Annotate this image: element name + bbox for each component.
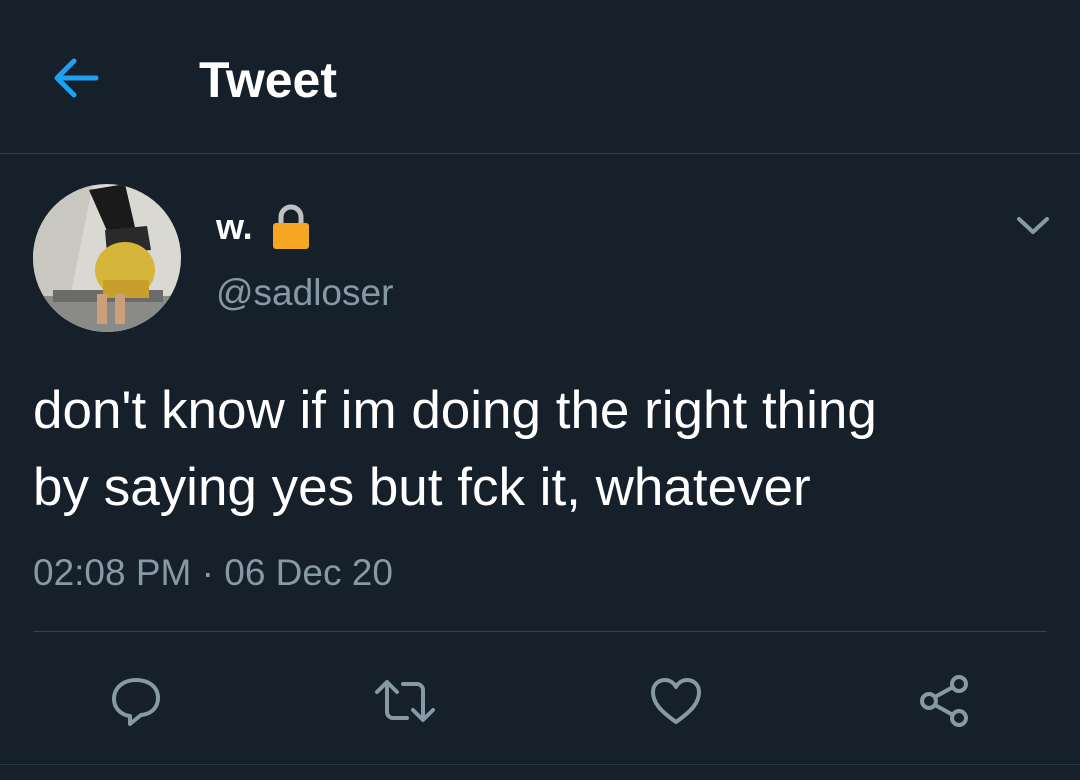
share-button[interactable] bbox=[909, 666, 979, 736]
reply-icon bbox=[112, 678, 160, 726]
avatar[interactable] bbox=[33, 184, 181, 332]
back-button[interactable] bbox=[48, 50, 104, 106]
page-title: Tweet bbox=[199, 52, 337, 108]
tweet-text: don't know if im doing the right thing b… bbox=[33, 381, 877, 517]
tweet-timestamp[interactable]: 02:08 PM · 06 Dec 20 bbox=[33, 548, 393, 598]
divider bbox=[33, 631, 1047, 632]
author-name-row[interactable]: w. bbox=[216, 202, 311, 252]
heart-icon bbox=[651, 678, 701, 724]
arrow-left-icon bbox=[54, 58, 99, 98]
top-bar: Tweet bbox=[0, 0, 1080, 154]
tweet-options-button[interactable] bbox=[1010, 208, 1056, 244]
retweet-button[interactable] bbox=[370, 666, 440, 736]
display-name: w. bbox=[216, 206, 253, 247]
retweet-icon bbox=[375, 680, 435, 722]
reply-button[interactable] bbox=[101, 666, 171, 736]
author-handle[interactable]: @sadloser bbox=[216, 270, 393, 316]
like-button[interactable] bbox=[641, 666, 711, 736]
action-bar bbox=[0, 660, 1080, 740]
share-icon bbox=[920, 675, 968, 727]
lock-icon bbox=[272, 204, 309, 249]
avatar-image bbox=[33, 184, 181, 332]
chevron-down-icon bbox=[1017, 217, 1049, 234]
bottom-divider bbox=[0, 764, 1080, 765]
